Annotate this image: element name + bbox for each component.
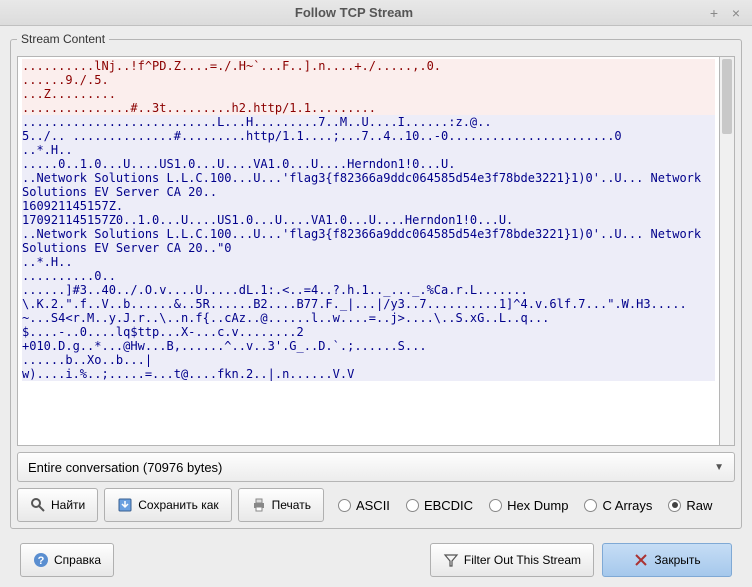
radio-carrays[interactable]: C Arrays	[584, 498, 652, 513]
scrollbar-thumb[interactable]	[722, 59, 732, 134]
stream-line: .....0..1.0...U....US1.0...U....VA1.0...…	[22, 157, 715, 171]
stream-line: w)....i.%..;.....=...t@....fkn.2..|.n...…	[22, 367, 715, 381]
radio-hexdump[interactable]: Hex Dump	[489, 498, 568, 513]
stream-line: ..Network Solutions L.L.C.100...U...'fla…	[22, 171, 715, 199]
radio-icon	[338, 499, 351, 512]
stream-line: 160921145157Z.	[22, 199, 715, 213]
save-icon	[117, 497, 133, 513]
window-minimize-icon[interactable]: +	[706, 5, 722, 21]
help-button[interactable]: ? Справка	[20, 543, 114, 577]
radio-icon	[406, 499, 419, 512]
stream-line: ...........................L...H........…	[22, 115, 715, 129]
stream-line: ..........lNj..!f^PD.Z....=./.H~`...F..]…	[22, 59, 715, 73]
stream-textarea[interactable]: ..........lNj..!f^PD.Z....=./.H~`...F..]…	[17, 56, 720, 446]
stream-line: ...............#..3t.........h2.http/1.1…	[22, 101, 715, 115]
stream-line: \.K.2.".f..V..b......&..5R......B2....B7…	[22, 297, 715, 325]
conversation-selector[interactable]: Entire conversation (70976 bytes) ▼	[17, 452, 735, 482]
radio-ascii[interactable]: ASCII	[338, 498, 390, 513]
svg-text:?: ?	[38, 555, 45, 567]
radio-raw[interactable]: Raw	[668, 498, 712, 513]
stream-line: ..Network Solutions L.L.C.100...U...'fla…	[22, 227, 715, 255]
stream-line: $....-..0....lq$ttp...X-...c.v........2	[22, 325, 715, 339]
titlebar: Follow TCP Stream + ×	[0, 0, 752, 26]
chevron-down-icon: ▼	[714, 462, 724, 473]
help-icon: ?	[33, 552, 49, 568]
stream-line: ..........0..	[22, 269, 715, 283]
stream-line: ......]#3..40../.O.v....U.....dL.1:.<..=…	[22, 283, 715, 297]
print-button[interactable]: Печать	[238, 488, 324, 522]
scrollbar[interactable]	[720, 56, 735, 446]
stream-line: ......9./.5.	[22, 73, 715, 87]
stream-line: ......b..Xo..b...|	[22, 353, 715, 367]
stream-content-fieldset: Stream Content ..........lNj..!f^PD.Z...…	[10, 32, 742, 529]
window-title: Follow TCP Stream	[8, 5, 700, 20]
stream-line: 170921145157Z0..1.0...U....US1.0...U....…	[22, 213, 715, 227]
close-button[interactable]: Закрыть	[602, 543, 732, 577]
radio-icon	[668, 499, 681, 512]
radio-icon	[584, 499, 597, 512]
stream-line: +010.D.g..*...@Hw...B,......^..v..3'.G_.…	[22, 339, 715, 353]
stream-content-legend: Stream Content	[17, 32, 109, 46]
window-close-icon[interactable]: ×	[728, 5, 744, 21]
filter-out-button[interactable]: Filter Out This Stream	[430, 543, 594, 577]
radio-ebcdic[interactable]: EBCDIC	[406, 498, 473, 513]
close-icon	[633, 552, 649, 568]
stream-line: ..*.H..	[22, 143, 715, 157]
find-button[interactable]: Найти	[17, 488, 98, 522]
radio-icon	[489, 499, 502, 512]
stream-line: ...Z.........	[22, 87, 715, 101]
saveas-button[interactable]: Сохранить как	[104, 488, 231, 522]
conversation-selector-label: Entire conversation (70976 bytes)	[28, 460, 222, 475]
encoding-radios: ASCII EBCDIC Hex Dump C Arrays Raw	[338, 498, 712, 513]
stream-line: ..*.H..	[22, 255, 715, 269]
print-icon	[251, 497, 267, 513]
stream-line: 5../.. ..............#.........http/1.1.…	[22, 129, 715, 143]
filter-icon	[443, 552, 459, 568]
search-icon	[30, 497, 46, 513]
